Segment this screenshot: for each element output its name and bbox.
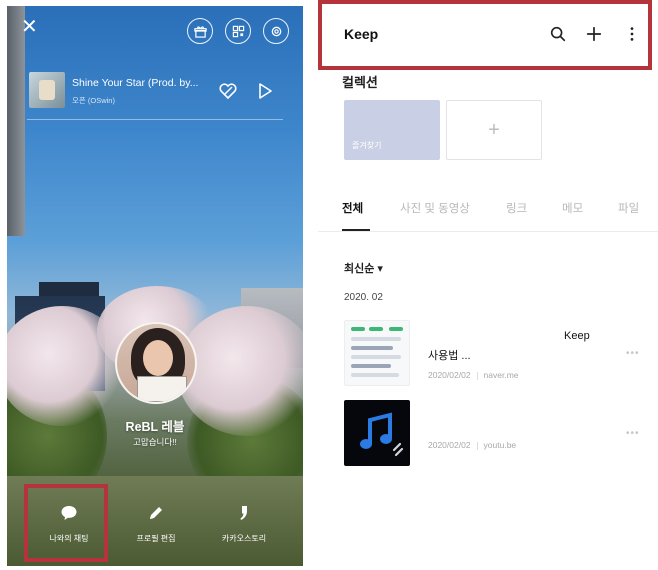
item-meta: 2020/02/02 youtu.be: [428, 440, 516, 450]
plus-icon: +: [488, 118, 500, 141]
item-date: 2020/02/02: [428, 440, 471, 450]
like-heart-icon[interactable]: [218, 81, 238, 101]
month-header: 2020. 02: [344, 292, 383, 303]
list-item[interactable]: Keep 사용법 ... 2020/02/02 naver.me •••: [318, 320, 658, 390]
avatar-sign: [137, 376, 187, 402]
search-icon[interactable]: [548, 24, 568, 44]
sort-dropdown[interactable]: 최신순 ▾: [344, 260, 383, 276]
collection-section-title: 컬렉션: [342, 75, 378, 90]
profile-avatar[interactable]: [115, 322, 197, 404]
item-source: youtu.be: [483, 440, 517, 450]
close-icon[interactable]: ✕: [21, 17, 39, 37]
album-art: [29, 72, 65, 108]
play-icon[interactable]: [256, 81, 274, 101]
item-title: 사용법 ...: [428, 350, 471, 362]
song-artist: 오픈 (OSwin): [72, 96, 115, 105]
collection-card-favorites[interactable]: 즐겨찾기: [344, 100, 440, 160]
item-source: naver.me: [483, 370, 519, 380]
qr-code-icon[interactable]: [225, 18, 251, 44]
more-vertical-icon[interactable]: [622, 24, 642, 44]
tab-all[interactable]: 전체: [342, 200, 363, 216]
keep-header: Keep: [318, 0, 652, 70]
avatar-face: [143, 340, 173, 376]
tab-links[interactable]: 링크: [506, 200, 527, 216]
keep-screen: Keep 컬렉션 즐겨찾기 + 전체 사진 및 동영상 링크 메모 파일 최신순…: [318, 0, 658, 570]
tab-photos-videos[interactable]: 사진 및 동영상: [400, 200, 470, 216]
profile-top-bar: ✕: [7, 6, 303, 56]
profile-status-message: 고맙습니다!!: [133, 437, 177, 447]
kakaostory-button[interactable]: 카카오스토리: [199, 494, 289, 554]
settings-gear-icon[interactable]: [263, 18, 289, 44]
item-date: 2020/02/02: [428, 370, 471, 380]
tab-files[interactable]: 파일: [618, 200, 639, 216]
keep-tabs: 전체 사진 및 동영상 링크 메모 파일: [318, 198, 658, 232]
collection-card-label: 즐겨찾기: [352, 141, 382, 150]
profile-screen: ✕ Shine Your Star (Prod. by... 오픈 (OSwin…: [7, 6, 303, 566]
edit-profile-button[interactable]: 프로필 편집: [111, 494, 201, 554]
item-more-icon[interactable]: •••: [626, 428, 640, 439]
kakaostory-label: 카카오스토리: [221, 534, 267, 543]
gift-icon[interactable]: [187, 18, 213, 44]
item-meta: 2020/02/02 naver.me: [428, 370, 519, 380]
keep-title: Keep: [344, 26, 379, 42]
list-item[interactable]: 2020/02/02 youtu.be •••: [318, 400, 658, 470]
kakaostory-icon: [240, 506, 247, 520]
pencil-icon: [150, 507, 162, 519]
item-thumbnail: [344, 320, 410, 386]
add-collection-button[interactable]: +: [446, 100, 542, 160]
tab-memos[interactable]: 메모: [562, 200, 583, 216]
profile-music-bar[interactable]: Shine Your Star (Prod. by... 오픈 (OSwin): [27, 68, 283, 120]
song-title: Shine Your Star (Prod. by...: [72, 77, 199, 89]
item-more-icon[interactable]: •••: [626, 348, 640, 359]
edit-profile-label: 프로필 편집: [136, 534, 176, 543]
profile-name: ReBL 레블: [125, 420, 185, 434]
item-title-keep: Keep: [564, 330, 590, 342]
highlight-box-my-chat: [24, 484, 108, 562]
active-tab-indicator: [342, 229, 370, 231]
item-thumbnail: [344, 400, 410, 466]
add-icon[interactable]: [584, 24, 604, 44]
